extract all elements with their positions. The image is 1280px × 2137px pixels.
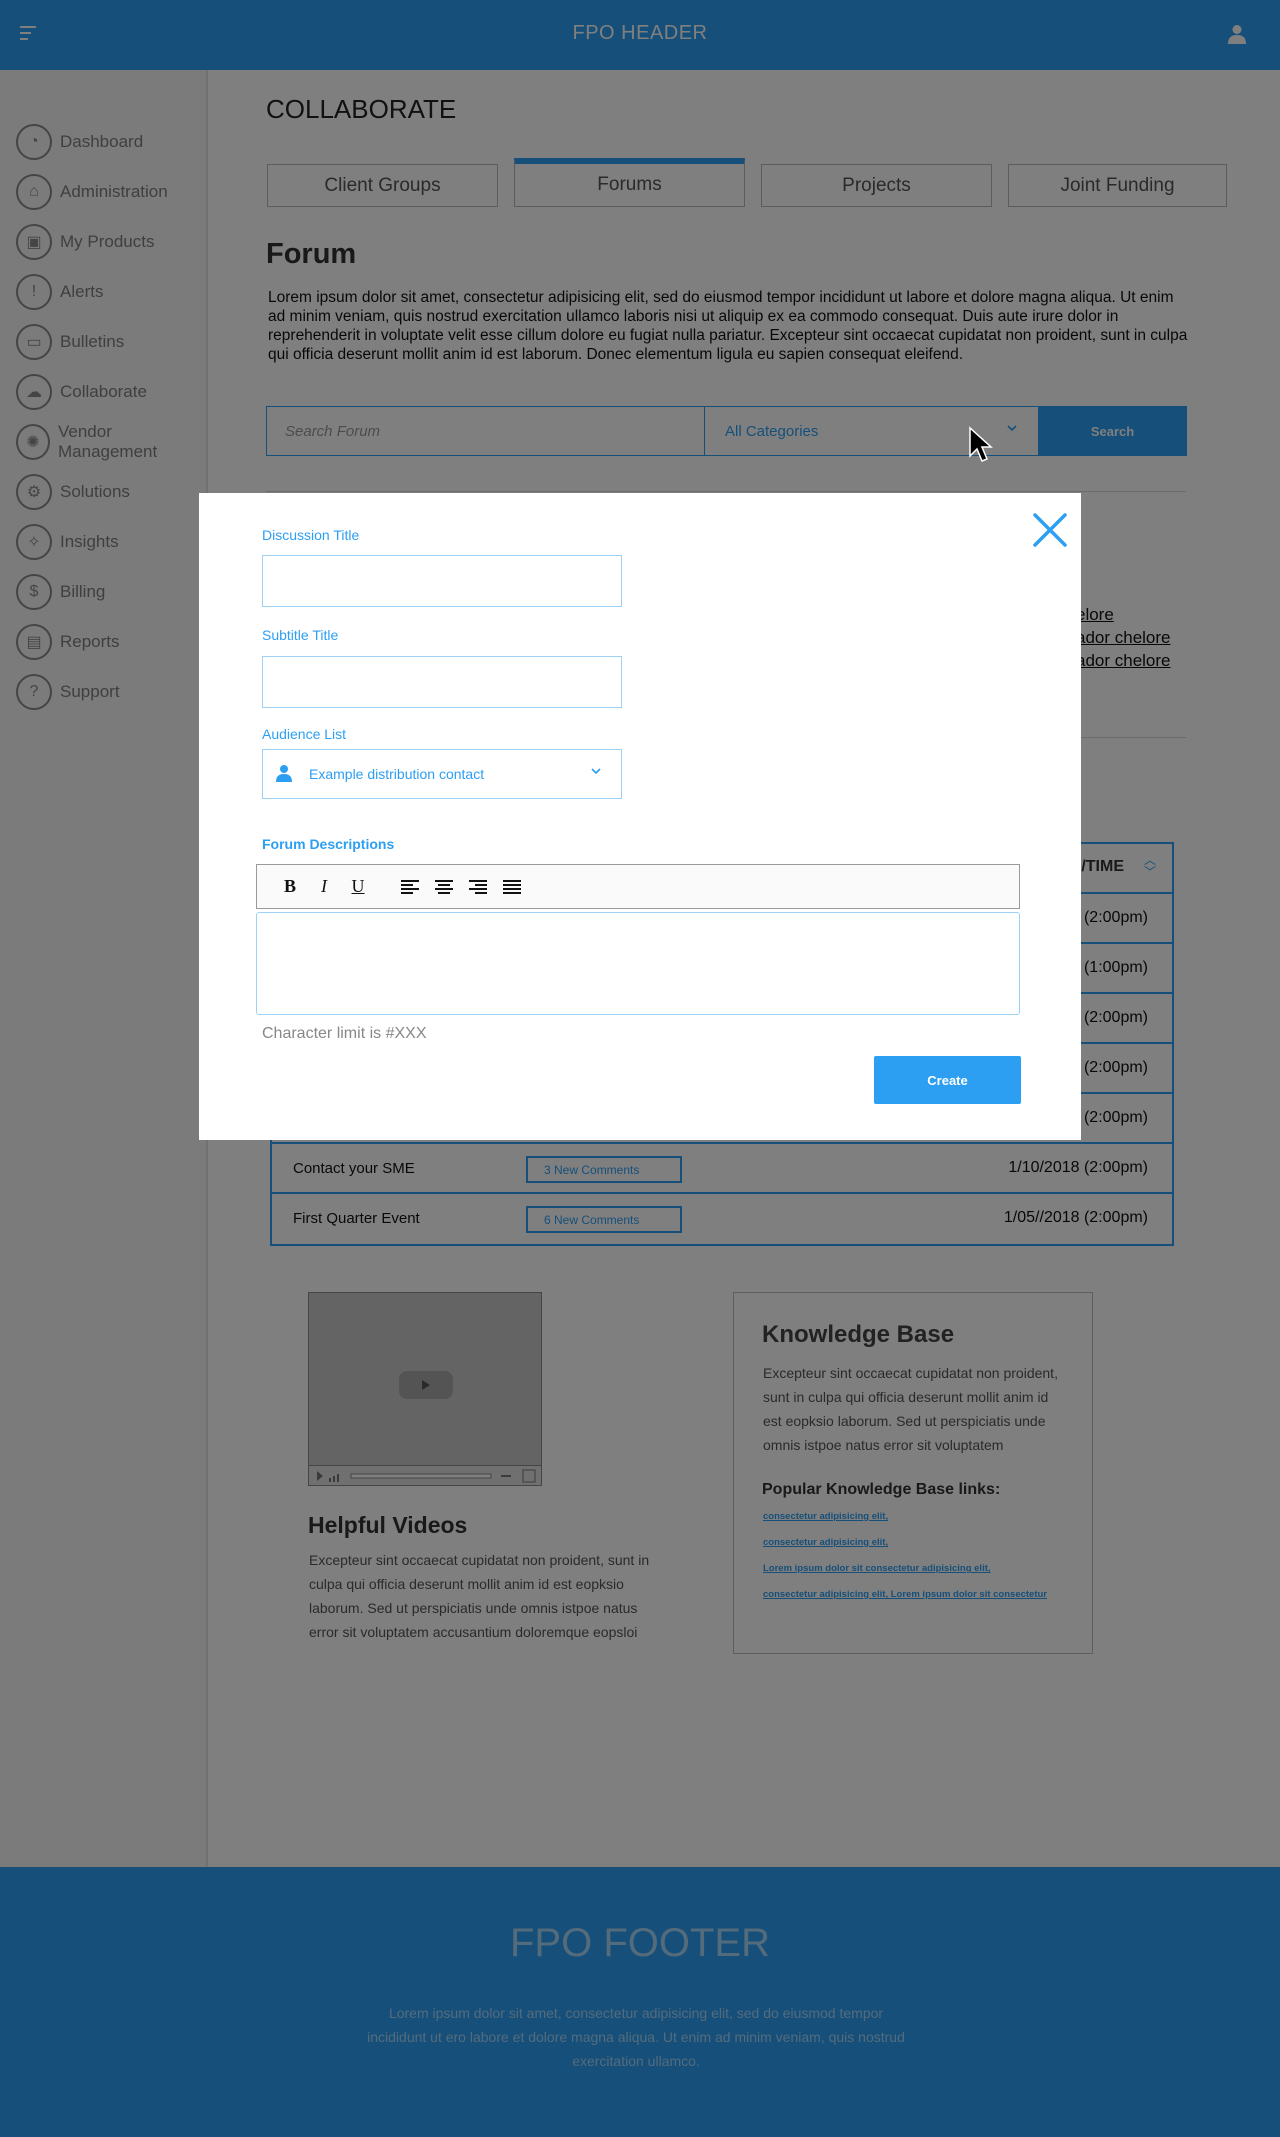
subtitle-input[interactable]	[262, 656, 622, 708]
forum-descriptions-label: Forum Descriptions	[262, 836, 395, 852]
description-editor[interactable]	[256, 912, 1020, 1015]
underline-button[interactable]: U	[343, 872, 373, 902]
audience-value: Example distribution contact	[309, 766, 485, 782]
create-discussion-modal: Discussion Title Subtitle Title Audience…	[199, 493, 1081, 1140]
discussion-title-label: Discussion Title	[262, 527, 360, 543]
italic-button[interactable]: I	[309, 872, 339, 902]
discussion-title-input[interactable]	[262, 555, 622, 607]
align-right-icon[interactable]	[463, 872, 493, 902]
audience-list-label: Audience List	[262, 726, 347, 742]
mouse-cursor-icon	[969, 426, 993, 462]
rich-text-toolbar: B I U	[256, 864, 1020, 909]
align-center-icon[interactable]	[429, 872, 459, 902]
character-limit-text: Character limit is #XXX	[262, 1025, 427, 1042]
align-left-icon[interactable]	[395, 872, 425, 902]
create-button[interactable]: Create	[874, 1056, 1021, 1104]
chevron-down-icon	[591, 768, 601, 775]
subtitle-label: Subtitle Title	[262, 627, 339, 643]
close-icon[interactable]	[1031, 511, 1069, 549]
bold-button[interactable]: B	[275, 872, 305, 902]
person-icon	[276, 765, 292, 782]
align-justify-icon[interactable]	[497, 872, 527, 902]
audience-select[interactable]: Example distribution contact	[262, 749, 622, 799]
